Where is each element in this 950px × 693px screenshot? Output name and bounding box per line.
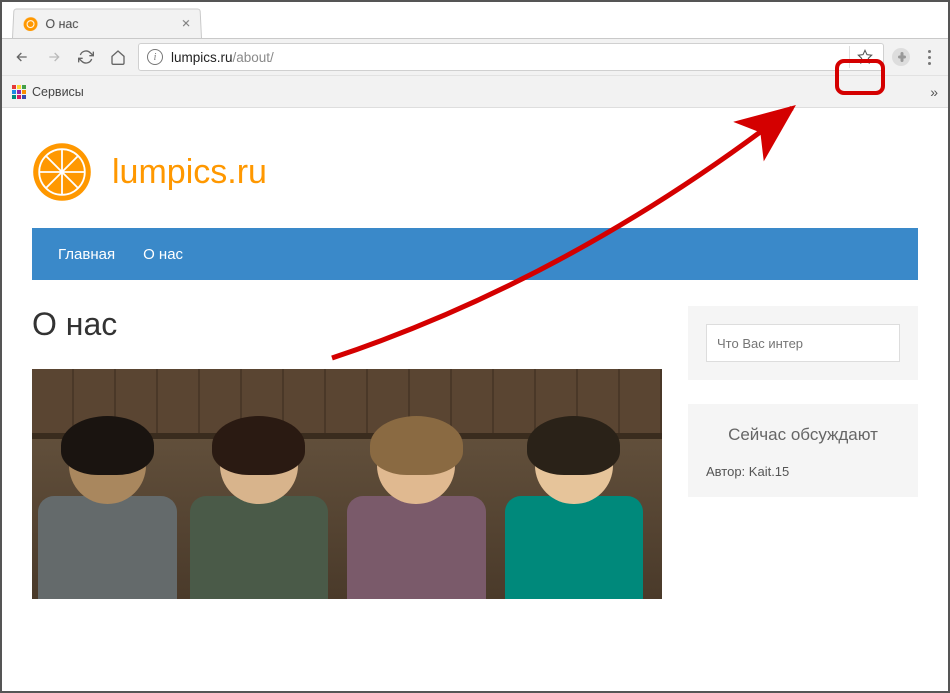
home-button[interactable]: [106, 45, 130, 69]
site-logo-icon: [32, 142, 92, 202]
forward-button[interactable]: [42, 45, 66, 69]
tab-title: О нас: [45, 17, 174, 31]
site-info-icon[interactable]: i: [147, 49, 163, 65]
tab-strip: О нас ×: [2, 4, 948, 38]
nav-link-home[interactable]: Главная: [58, 246, 115, 263]
address-url: lumpics.ru/about/: [171, 50, 274, 65]
discuss-author-line: Автор: Kait.15: [706, 464, 900, 479]
discuss-widget-title: Сейчас обсуждают: [706, 422, 900, 448]
address-bar[interactable]: i lumpics.ru/about/: [138, 43, 884, 71]
nav-link-about[interactable]: О нас: [143, 246, 183, 263]
site-name: lumpics.ru: [112, 153, 267, 192]
sidebar-search-input[interactable]: [706, 324, 900, 362]
page-heading: О нас: [32, 306, 662, 343]
bookmark-star-button[interactable]: [849, 46, 879, 68]
extension-icon[interactable]: [892, 48, 910, 66]
site-header: lumpics.ru: [2, 108, 948, 228]
page-sidebar: Сейчас обсуждают Автор: Kait.15: [688, 306, 918, 599]
apps-icon[interactable]: [12, 85, 26, 99]
hero-image: [32, 369, 662, 599]
tab-favicon-icon: [23, 17, 37, 31]
chrome-menu-button[interactable]: [918, 50, 940, 65]
discuss-widget: Сейчас обсуждают Автор: Kait.15: [688, 404, 918, 497]
search-widget: [688, 306, 918, 380]
apps-link[interactable]: Сервисы: [32, 85, 84, 99]
reload-button[interactable]: [74, 45, 98, 69]
site-navbar: Главная О нас: [32, 228, 918, 280]
browser-tab[interactable]: О нас ×: [12, 9, 202, 38]
back-button[interactable]: [10, 45, 34, 69]
page-content[interactable]: lumpics.ru Главная О нас О нас: [2, 108, 948, 691]
bookmarks-bar: Сервисы »: [2, 76, 948, 108]
browser-toolbar: i lumpics.ru/about/: [2, 38, 948, 76]
tab-close-icon[interactable]: ×: [181, 15, 190, 32]
bookmarks-overflow-icon[interactable]: »: [930, 84, 938, 100]
